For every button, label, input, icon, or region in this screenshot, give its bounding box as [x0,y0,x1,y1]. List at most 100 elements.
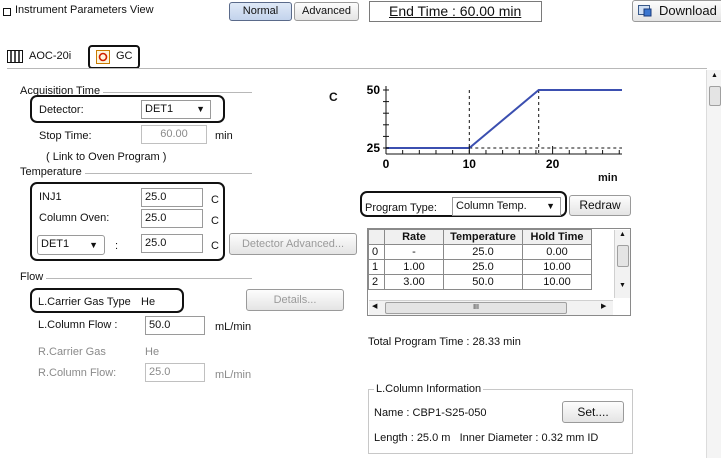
scrollbar-grip: III [473,304,479,311]
scroll-down-icon[interactable]: ▼ [619,282,626,289]
r-column-flow-label: R.Column Flow: [38,367,117,379]
redraw-button[interactable]: Redraw [569,195,631,216]
column-name: Name : CBP1-S25-050 [374,407,487,419]
detector-label: Detector: [39,104,84,116]
y-tick-label: 50 [367,83,381,97]
table-row[interactable]: 1 1.00 25.0 10.00 [368,259,592,275]
column-flow-label: L.Column Flow : [38,319,118,331]
table-cell[interactable]: 25.0 [443,259,523,275]
total-program-time: Total Program Time : 28.33 min [368,336,521,348]
autosampler-icon [7,50,23,63]
r-column-flow-unit: mL/min [215,369,252,381]
table-header: Hold Time [522,229,592,245]
table-cell[interactable]: 1.00 [384,259,444,275]
program-table: Rate Temperature Hold Time 0 - 25.0 0.00… [368,229,592,290]
chevron-down-icon: ▼ [89,240,98,250]
column-flow-field[interactable]: 50.0 [145,316,205,335]
oven-temp-value: 25.0 [145,212,167,224]
table-cell[interactable]: 0.00 [522,244,592,260]
scrollbar-thumb[interactable] [709,86,721,106]
table-row[interactable]: 0 - 25.0 0.00 [368,244,592,260]
table-cell[interactable]: 50.0 [443,274,523,290]
scrollbar-thumb[interactable] [617,245,629,267]
detector-temp-value: 25.0 [145,237,167,249]
end-time-label: End Time : 60.00 min [389,3,522,19]
table-header: Temperature [443,229,523,245]
table-cell[interactable]: 10.00 [522,274,592,290]
gc-icon [96,50,110,64]
detector-temp-select[interactable]: DET1 ▼ [37,235,105,255]
chevron-down-icon: ▼ [196,104,205,114]
page-vertical-scrollbar[interactable]: ▲ [706,70,721,458]
series-line [386,89,622,149]
flow-group-label: Flow [20,271,47,283]
table-row[interactable]: 2 3.00 50.0 10.00 [368,274,592,290]
table-header-row: Rate Temperature Hold Time [368,229,592,245]
x-tick-label: 10 [463,157,477,171]
download-icon [638,4,652,17]
window-title: Instrument Parameters View [15,4,154,16]
flow-group-line [20,278,252,279]
table-cell[interactable]: 3.00 [384,274,444,290]
link-note: ( Link to Oven Program ) [46,151,167,163]
detector-temp-select-value: DET1 [41,238,70,250]
detector-temp-field[interactable]: 25.0 [141,234,203,253]
set-column-button[interactable]: Set.... [562,401,624,423]
oven-program-chart: 0 10 20 25 50 [367,83,622,171]
inj-label: INJ1 [39,191,62,203]
inj-temp-field[interactable]: 25.0 [141,188,203,207]
table-header [368,229,385,245]
scroll-up-icon[interactable]: ▲ [619,231,626,238]
details-button[interactable]: Details... [246,289,344,311]
oven-temp-field[interactable]: 25.0 [141,209,203,228]
table-cell[interactable]: 25.0 [443,244,523,260]
tab-gc-label: GC [116,50,133,62]
tab-aoc20i[interactable]: AOC-20i [7,48,87,68]
tab-aoc20i-label: AOC-20i [29,50,72,62]
detector-advanced-button[interactable]: Detector Advanced... [229,233,357,255]
r-column-flow-field[interactable]: 25.0 [145,363,205,382]
detector-temp-unit: C [211,240,219,252]
r-column-flow-value: 25.0 [149,366,171,378]
stop-time-field[interactable]: 60.00 [141,125,207,144]
r-carrier-gas-value: He [145,346,160,358]
scrollbar-thumb[interactable]: III [385,302,567,314]
oven-label: Column Oven: [39,212,110,224]
table-cell: 2 [368,274,385,290]
temperature-group-label: Temperature [20,166,85,178]
advanced-mode-button[interactable]: Advanced [294,2,359,21]
table-vertical-scrollbar[interactable]: ▲ ▼ [614,230,630,298]
stop-time-value: 60.00 [160,128,188,140]
table-horizontal-scrollbar[interactable]: ◀ III ▶ [369,300,613,315]
download-button[interactable]: Download [632,0,721,22]
chart-x-unit: min [598,172,618,184]
carrier-gas-label: L.Carrier Gas Type [38,296,131,308]
tab-underline [7,68,707,69]
stop-time-unit: min [215,130,233,142]
table-cell: 1 [368,259,385,275]
stop-time-label: Stop Time: [39,130,92,142]
program-type-value: Column Temp. [456,200,527,212]
scroll-up-icon[interactable]: ▲ [711,72,718,79]
column-flow-unit: mL/min [215,321,252,333]
inj-temp-unit: C [211,194,219,206]
chart-unit-label: C [329,90,338,104]
column-dimensions: Length : 25.0 m Inner Diameter : 0.32 mm… [374,432,599,444]
program-type-select[interactable]: Column Temp. ▼ [452,197,561,216]
detector-select[interactable]: DET1 ▼ [141,100,211,119]
scroll-left-icon[interactable]: ◀ [372,302,377,310]
carrier-gas-value: He [141,296,156,308]
x-tick-label: 0 [383,157,390,171]
table-cell[interactable]: 10.00 [522,259,592,275]
oven-temp-unit: C [211,215,219,227]
column-info-group-label: L.Column Information [374,383,484,395]
chevron-down-icon: ▼ [546,201,555,211]
tab-gc[interactable]: GC [88,45,140,69]
normal-mode-button[interactable]: Normal [229,2,292,21]
table-cell[interactable]: - [384,244,444,260]
table-cell: 0 [368,244,385,260]
detector-temp-colon: : [115,240,119,252]
scroll-right-icon[interactable]: ▶ [601,302,606,310]
column-flow-value: 50.0 [149,319,171,331]
x-tick-label: 20 [546,157,560,171]
